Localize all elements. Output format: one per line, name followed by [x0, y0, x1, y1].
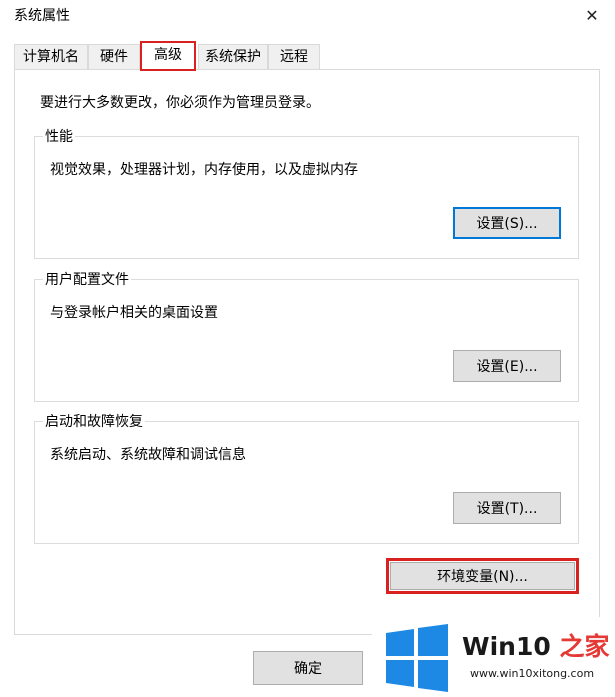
performance-group: 性能 视觉效果，处理器计划，内存使用，以及虚拟内存 设置(S)...: [34, 126, 579, 259]
user-profiles-description: 与登录帐户相关的桌面设置: [50, 305, 218, 321]
site-watermark: Win10 之家 www.win10xitong.com: [372, 617, 615, 697]
environment-variables-button[interactable]: 环境变量(N)...: [390, 562, 575, 590]
startup-recovery-group: 启动和故障恢复 系统启动、系统故障和调试信息 设置(T)...: [34, 411, 579, 544]
startup-recovery-group-title: 启动和故障恢复: [43, 411, 145, 431]
performance-settings-button[interactable]: 设置(S)...: [453, 207, 561, 239]
ok-button[interactable]: 确定: [253, 651, 363, 685]
user-profiles-settings-button[interactable]: 设置(E)...: [453, 350, 561, 382]
user-profiles-group: 用户配置文件 与登录帐户相关的桌面设置 设置(E)...: [34, 269, 579, 402]
tab-computer-name[interactable]: 计算机名: [14, 44, 88, 70]
startup-recovery-description: 系统启动、系统故障和调试信息: [50, 447, 246, 463]
user-profiles-group-title: 用户配置文件: [43, 269, 131, 289]
watermark-url: www.win10xitong.com: [470, 667, 595, 680]
close-icon: ✕: [585, 5, 599, 25]
performance-description: 视觉效果，处理器计划，内存使用，以及虚拟内存: [50, 162, 358, 178]
performance-group-title: 性能: [43, 126, 75, 146]
windows-logo-icon: [386, 624, 448, 692]
watermark-brand: Win10 之家: [462, 632, 610, 661]
close-button[interactable]: ✕: [569, 0, 615, 30]
startup-recovery-settings-button[interactable]: 设置(T)...: [453, 492, 561, 524]
title-bar: 系统属性 ✕: [0, 0, 615, 30]
window-title: 系统属性: [14, 8, 70, 24]
tab-system-protection[interactable]: 系统保护: [198, 44, 268, 70]
tab-advanced[interactable]: 高级: [140, 41, 196, 71]
admin-notice: 要进行大多数更改，你必须作为管理员登录。: [40, 95, 320, 111]
tab-remote[interactable]: 远程: [268, 44, 320, 70]
tab-hardware[interactable]: 硬件: [88, 44, 140, 70]
